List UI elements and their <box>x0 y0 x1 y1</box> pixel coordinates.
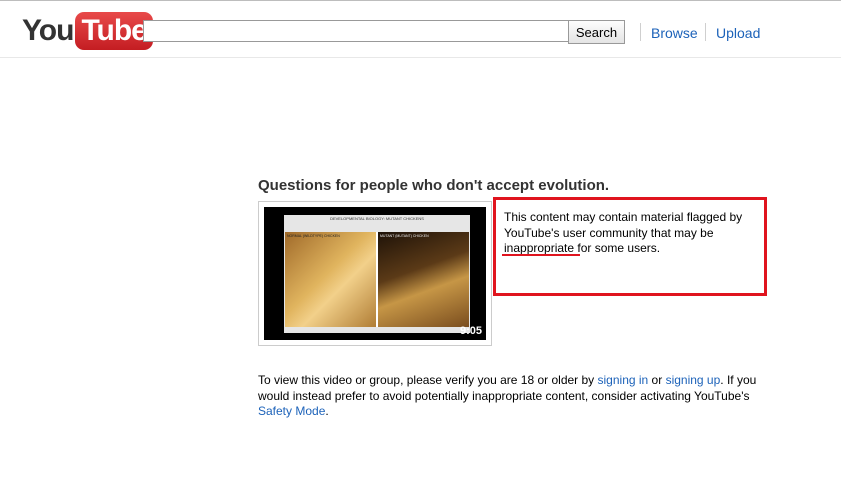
highlight-underline <box>502 254 580 256</box>
masthead: You Tube Search Browse Upload <box>0 1 841 58</box>
sign-in-link[interactable]: signing in <box>598 373 649 387</box>
warning-text-before: This content may contain material flagge… <box>504 210 743 240</box>
thumbnail-slide: DEVELOPMENTAL BIOLOGY: MUTANT CHICKENS N… <box>284 215 470 333</box>
nav-divider <box>705 23 706 41</box>
logo-tube-text: Tube <box>75 12 153 50</box>
upload-link[interactable]: Upload <box>716 25 760 41</box>
search-input[interactable] <box>143 20 568 42</box>
search-button[interactable]: Search <box>568 20 625 44</box>
video-title: Questions for people who don't accept ev… <box>258 177 610 194</box>
content-warning-box: This content may contain material flagge… <box>493 197 767 296</box>
logo-you-text: You <box>22 14 74 47</box>
left-panel-label: NORMAL (WILDTYPE) CHICKEN <box>287 234 340 238</box>
youtube-logo[interactable]: You Tube <box>22 11 153 51</box>
normal-chicken-image: NORMAL (WILDTYPE) CHICKEN <box>285 232 376 327</box>
slide-title: DEVELOPMENTAL BIOLOGY: MUTANT CHICKENS <box>330 216 424 221</box>
safety-mode-link[interactable]: Safety Mode <box>258 404 325 418</box>
age-verification-message: To view this video or group, please veri… <box>258 373 778 420</box>
video-thumbnail[interactable]: DEVELOPMENTAL BIOLOGY: MUTANT CHICKENS N… <box>258 201 492 346</box>
mutant-chicken-image: MUTANT (MUTANT) CHICKEN <box>378 232 469 327</box>
age-text-part1: To view this video or group, please veri… <box>258 373 598 387</box>
warning-text-after: for some users. <box>574 241 661 255</box>
browse-link[interactable]: Browse <box>651 25 698 41</box>
warning-highlight-word: inappropriate <box>504 241 575 255</box>
thumbnail-image[interactable]: DEVELOPMENTAL BIOLOGY: MUTANT CHICKENS N… <box>264 207 486 340</box>
nav-divider <box>640 23 641 41</box>
age-text-part4: . <box>325 404 329 418</box>
video-duration: 9:05 <box>459 325 482 337</box>
content-warning-text: This content may contain material flagge… <box>504 210 759 257</box>
age-text-part2: or <box>648 373 666 387</box>
sign-up-link[interactable]: signing up <box>666 373 721 387</box>
right-panel-label: MUTANT (MUTANT) CHICKEN <box>380 234 429 238</box>
